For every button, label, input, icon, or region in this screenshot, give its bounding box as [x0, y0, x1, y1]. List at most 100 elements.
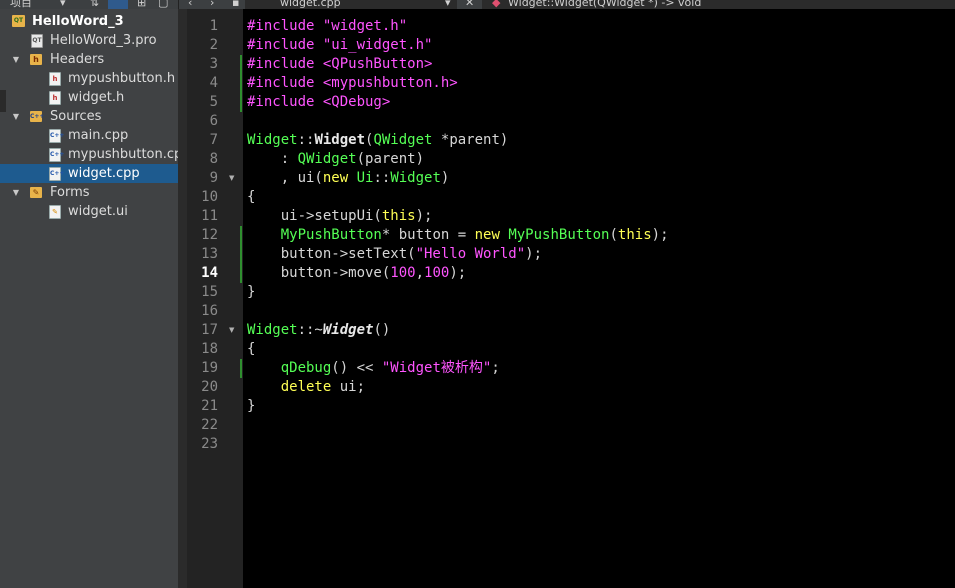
code-token: QWidget	[373, 132, 433, 148]
code-token: Widget	[314, 132, 366, 148]
line-number: 1	[209, 18, 218, 34]
lock-icon[interactable]: ▪	[232, 0, 239, 9]
code-token: MyPushButton	[280, 227, 382, 243]
code-token: #include	[247, 75, 323, 91]
sync-icon[interactable]: ⇅	[90, 0, 99, 9]
code-token: ;	[491, 360, 500, 376]
back-arrow-icon[interactable]: ‹	[188, 0, 192, 9]
line-number: 20	[201, 379, 218, 395]
code-token: }	[247, 398, 256, 414]
code-line[interactable]: button->setText("Hello World");	[247, 245, 542, 264]
code-token: #include	[247, 18, 323, 34]
open-file-combo[interactable]: widget.cpp ▾	[245, 0, 457, 9]
split-icon[interactable]: ⊞	[137, 0, 146, 9]
code-line[interactable]: : QWidget(parent)	[247, 150, 424, 169]
close-panel-icon[interactable]: ▢	[158, 0, 168, 9]
code-line[interactable]: #include <QPushButton>	[247, 55, 432, 74]
code-editor[interactable]: #include "widget.h" #include "ui_widget.h…	[243, 9, 955, 588]
code-line[interactable]: }	[247, 283, 255, 302]
code-token: ::~	[297, 322, 323, 338]
code-line[interactable]: button->move(100,100);	[247, 264, 466, 283]
open-file-name: widget.cpp	[280, 0, 341, 9]
forward-arrow-icon[interactable]: ›	[210, 0, 214, 9]
code-line[interactable]: Widget::~Widget()	[247, 321, 390, 340]
close-file-icon[interactable]: ✕	[465, 0, 474, 9]
tree-item-forms[interactable]: ▼ ✎ Forms	[0, 183, 178, 202]
fold-arrow-icon[interactable]: ▼	[229, 321, 234, 340]
code-line[interactable]: ui->setupUi(this);	[247, 207, 433, 226]
tree-item-widget-h[interactable]: h widget.h	[0, 88, 178, 107]
modified-marker	[240, 226, 242, 283]
code-token: qDebug	[280, 360, 332, 376]
code-token: ()	[373, 322, 391, 338]
code-line[interactable]: #include <mypushbutton.h>	[247, 74, 458, 93]
cpp-file-icon: C++	[49, 167, 64, 181]
code-line[interactable]: {	[247, 340, 255, 359]
code-token: )	[440, 170, 450, 186]
code-token: <mypushbutton.h>	[322, 75, 458, 91]
code-line[interactable]: #include <QDebug>	[247, 93, 390, 112]
line-number: 2	[209, 37, 218, 53]
toolbar-divider	[178, 0, 179, 9]
code-line[interactable]: MyPushButton* button = new MyPushButton(…	[247, 226, 669, 245]
code-token: ::	[297, 132, 315, 148]
line-number: 13	[201, 246, 218, 262]
line-number: 14	[201, 265, 218, 281]
cpp-file-icon: C++	[49, 148, 64, 162]
code-token: Widget	[247, 132, 298, 148]
modified-marker	[240, 55, 242, 112]
code-token: <QPushButton>	[322, 56, 433, 72]
tree-item-label: Headers	[50, 52, 105, 67]
code-line[interactable]: {	[247, 188, 255, 207]
code-token: button->move(	[247, 265, 391, 281]
code-line[interactable]: , ui(new Ui::Widget)	[247, 169, 450, 188]
code-token: );	[525, 246, 543, 262]
file-combo-arrow-icon[interactable]: ▾	[445, 0, 451, 9]
project-view-label[interactable]: 项目	[10, 0, 32, 9]
fold-arrow-icon[interactable]: ▼	[229, 169, 234, 188]
code-line[interactable]: #include "widget.h"	[247, 17, 407, 36]
line-number: 16	[201, 303, 218, 319]
symbol-name: Widget::Widget(QWidget *) -> void	[508, 0, 702, 9]
code-token: {	[247, 189, 256, 205]
tree-item-main-cpp[interactable]: C++ main.cpp	[0, 126, 178, 145]
tree-item-sources[interactable]: ▼ C++ Sources	[0, 107, 178, 126]
tree-item-mypushbutton-h[interactable]: h mypushbutton.h	[0, 69, 178, 88]
code-line[interactable]: Widget::Widget(QWidget *parent)	[247, 131, 508, 150]
code-token: 100	[390, 265, 416, 281]
code-token: ui;	[331, 379, 366, 395]
expand-arrow-icon[interactable]: ▼	[11, 55, 21, 64]
expand-arrow-icon[interactable]: ▼	[11, 112, 21, 121]
line-number: 5	[209, 94, 218, 110]
code-token: #include	[247, 56, 323, 72]
line-number: 18	[201, 341, 218, 357]
tree-item-label: mypushbutton.h	[68, 71, 176, 86]
tree-item-label: HelloWord_3.pro	[50, 33, 157, 48]
code-line[interactable]: delete ui;	[247, 378, 365, 397]
tree-item-pro-file[interactable]: QT HelloWord_3.pro	[0, 31, 178, 50]
tree-item-mypushbutton-cpp[interactable]: C++ mypushbutton.cpp	[0, 145, 191, 164]
code-token: () <<	[331, 360, 382, 376]
symbol-combo[interactable]: ◆ Widget::Widget(QWidget *) -> void	[482, 0, 955, 9]
expand-arrow-icon[interactable]: ▼	[11, 188, 21, 197]
code-token: <QDebug>	[322, 94, 391, 110]
line-number: 23	[201, 436, 218, 452]
tree-item-headers[interactable]: ▼ h Headers	[0, 50, 178, 69]
tree-item-widget-cpp[interactable]: C++ widget.cpp	[0, 164, 178, 183]
code-token: this	[381, 208, 416, 224]
tree-item-label: widget.cpp	[68, 166, 140, 181]
code-token: }	[247, 284, 256, 300]
tree-item-widget-ui[interactable]: ✎ widget.ui	[0, 202, 178, 221]
code-line[interactable]: }	[247, 397, 255, 416]
combo-arrow-icon[interactable]: ▾	[60, 0, 66, 9]
project-tree: QT HelloWord_3 QT HelloWord_3.pro ▼ h He…	[0, 9, 191, 588]
line-number: 11	[201, 208, 218, 224]
tree-item-project[interactable]: QT HelloWord_3	[0, 12, 178, 31]
filter-button[interactable]	[108, 0, 128, 9]
code-token: {	[247, 341, 256, 357]
code-line[interactable]: qDebug() << "Widget被析构";	[247, 359, 500, 378]
top-toolbar: 项目 ▾ ⇅ ⊞ ▢ ‹ › ▪ widget.cpp ▾ ✕ ◆ Widget…	[0, 0, 955, 9]
pane-splitter[interactable]	[178, 9, 187, 588]
code-line[interactable]: #include "ui_widget.h"	[247, 36, 432, 55]
